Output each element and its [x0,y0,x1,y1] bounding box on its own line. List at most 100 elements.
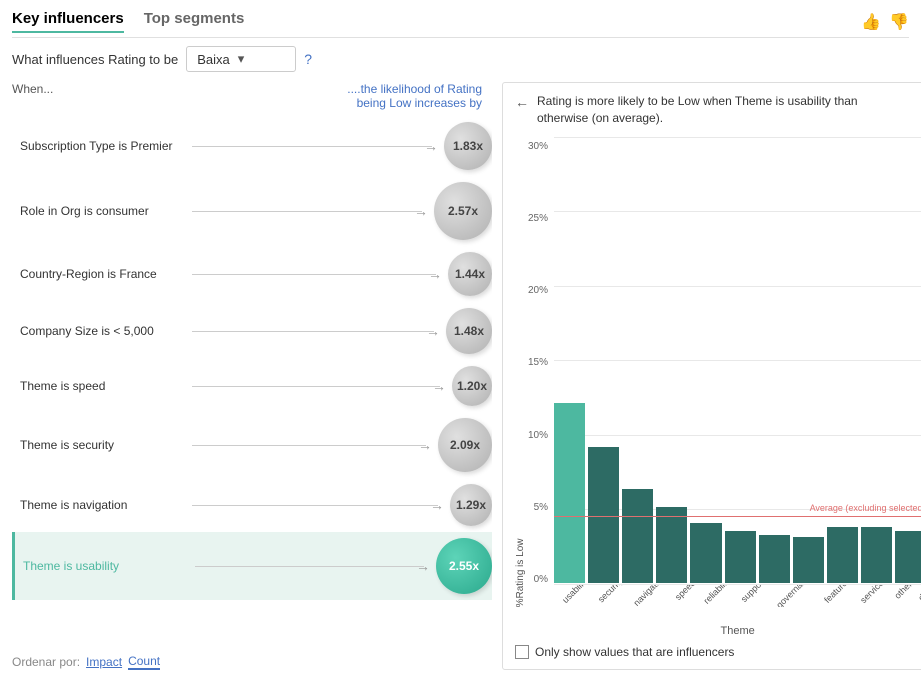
bar[interactable] [895,531,921,583]
tab-key-influencers[interactable]: Key influencers [12,10,124,33]
x-axis-label: navigation [630,585,675,607]
bar-item [554,403,585,583]
y-tick: 10% [528,430,548,441]
bar-item [895,403,921,583]
influencer-label: Role in Org is consumer [12,204,192,218]
influencer-line [192,274,436,275]
influencer-line [192,445,426,446]
y-axis-label: %Rating is Low [515,137,526,607]
bar[interactable] [861,527,892,583]
influencer-label: Theme is security [12,438,192,452]
x-axis-label: features [821,585,860,607]
bar[interactable] [588,447,619,583]
x-axis-label: services [857,585,896,607]
influencer-label: Company Size is < 5,000 [12,324,192,338]
influencer-line [192,331,434,332]
back-arrow-icon[interactable]: ← [515,94,529,110]
influencer-bubble: 1.29x [450,484,492,526]
tab-top-segments[interactable]: Top segments [144,10,245,33]
x-axis-label: support [738,585,775,607]
influencer-row[interactable]: Role in Org is consumer 2.57x [12,176,492,246]
influencer-bubble: 1.20x [452,366,492,406]
bar-item [725,403,756,583]
header: Key influencers Top segments 👍 👎 [12,10,909,38]
bar[interactable] [827,527,858,583]
influencer-bubble: 1.83x [444,122,492,170]
help-icon[interactable]: ? [304,51,312,67]
bar-item [656,403,687,583]
x-axis-label: governance [773,585,822,607]
influencer-label: Theme is navigation [12,498,192,512]
influencer-line [192,386,440,387]
bar[interactable] [725,531,756,583]
filter-value: Baixa [197,52,230,67]
bar[interactable] [793,537,824,583]
bar-item [690,403,721,583]
bar-highlight[interactable] [554,403,585,583]
checkbox-row: Only show values that are influencers [515,645,921,659]
checkbox-label: Only show values that are influencers [535,645,734,659]
y-tick: 30% [528,141,548,152]
bar[interactable] [759,535,790,583]
y-axis: 30% 25% 20% 15% 10% 5% 0% [528,137,554,607]
influencer-bubble: 1.48x [446,308,492,354]
influencer-label: Theme is usability [15,559,195,573]
influencer-label: Theme is speed [12,379,192,393]
bars-container: Average (excluding selected): 11.35%usab… [554,137,921,607]
chart-inner: %Rating is Low 30% 25% 20% 15% 10% 5% 0% Avera… [515,137,921,607]
influencer-line [192,505,438,506]
thumbs-up-icon[interactable]: 👍 [861,12,881,32]
right-panel-title: Rating is more likely to be Low when The… [537,93,867,127]
sort-label: Ordenar por: [12,655,80,669]
y-tick: 20% [528,285,548,296]
influencer-line [192,146,432,147]
column-headers: When... ....the likelihood of Rating bei… [12,82,492,110]
bar-item [588,403,619,583]
thumbs-down-icon[interactable]: 👎 [889,12,909,32]
influencer-row[interactable]: Theme is usability 2.55x [12,532,492,600]
col-header-when: When... [12,82,53,110]
bar[interactable] [656,507,687,583]
y-tick: 15% [528,357,548,368]
bar[interactable] [690,523,721,583]
y-tick: 0% [534,574,548,585]
x-axis-title: Theme [515,625,921,637]
sort-count[interactable]: Count [128,654,160,670]
influencer-row[interactable]: Theme is navigation 1.29x [12,478,492,532]
header-actions: 👍 👎 [861,12,909,32]
x-axis-label: usability [559,585,598,607]
influencer-bubble: 1.44x [448,252,492,296]
sort-impact[interactable]: Impact [86,655,122,669]
influencers-list: Subscription Type is Premier1.83xRole in… [12,116,492,648]
main-content: When... ....the likelihood of Rating bei… [12,82,909,670]
influencer-row[interactable]: Theme is security2.09x [12,412,492,478]
y-tick: 25% [528,213,548,224]
bar-item [622,403,653,583]
bar-item [759,403,790,583]
influencer-row[interactable]: Subscription Type is Premier1.83x [12,116,492,176]
bar-item [793,403,824,583]
chart-area: %Rating is Low 30% 25% 20% 15% 10% 5% 0% Avera… [515,137,921,659]
bar-item [827,403,858,583]
right-panel: ← Rating is more likely to be Low when T… [502,82,921,670]
influencer-line [195,566,424,567]
filter-label: What influences Rating to be [12,52,178,67]
influencer-bubble: 2.57x [434,182,492,240]
sort-bar: Ordenar por: Impact Count [12,654,492,670]
bar[interactable] [622,489,653,583]
chevron-down-icon: ▾ [238,51,245,67]
filter-bar: What influences Rating to be Baixa ▾ ? [12,46,909,72]
influencer-row[interactable]: Country-Region is France1.44x [12,246,492,302]
influencer-bubble: 2.55x [436,538,492,594]
tab-bar: Key influencers Top segments [12,10,244,33]
bars-row [554,137,921,583]
x-axis-label: reliability [700,585,740,607]
influencer-row[interactable]: Theme is speed 1.20x [12,360,492,412]
influencers-only-checkbox[interactable] [515,645,529,659]
x-axis-label: security [594,585,631,607]
influencer-row[interactable]: Company Size is < 5,000 1.48x [12,302,492,360]
col-header-likelihood: ....the likelihood of Rating being Low i… [322,82,482,110]
y-tick: 5% [534,502,548,513]
filter-dropdown[interactable]: Baixa ▾ [186,46,296,72]
right-panel-header: ← Rating is more likely to be Low when T… [515,93,921,127]
